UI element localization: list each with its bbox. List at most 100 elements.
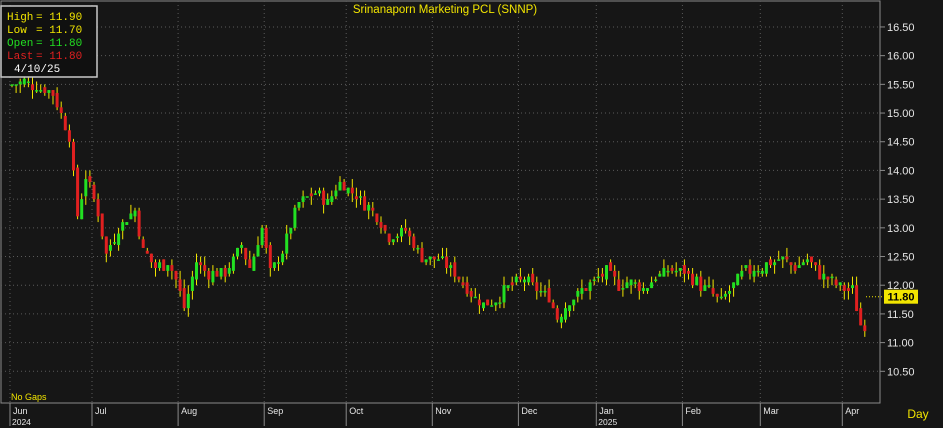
bar-up: [490, 305, 494, 307]
bar-up: [728, 290, 731, 294]
info-date: 4/10/25: [14, 64, 60, 76]
bar-down: [170, 265, 174, 271]
bar-up: [305, 196, 309, 198]
bar-down: [104, 236, 108, 254]
info-last-label: Last: [7, 51, 33, 63]
bar-up: [482, 302, 485, 309]
bar-up: [297, 202, 301, 208]
bar-down: [810, 256, 813, 263]
bar-up: [113, 242, 116, 244]
bar-down: [432, 256, 436, 260]
bar-up: [359, 196, 362, 198]
bar-up: [654, 279, 658, 281]
chart-background: [0, 0, 943, 428]
bar-down: [387, 233, 391, 243]
bar-up: [695, 276, 699, 286]
y-tick-label: 16.00: [887, 51, 915, 63]
bar-up: [326, 199, 330, 205]
bar-up: [186, 293, 190, 309]
bar-up: [732, 282, 736, 289]
y-tick-label: 14.00: [887, 165, 915, 177]
bar-down: [715, 293, 719, 297]
bar-up: [596, 276, 600, 279]
bar-down: [383, 224, 387, 231]
chart-title: Srinanaporn Marketing PCL (SNNP): [353, 4, 537, 16]
info-open-value: = 11.80: [36, 38, 82, 50]
bar-down: [818, 265, 822, 280]
bar-up: [301, 196, 305, 202]
bar-up: [367, 204, 371, 211]
bar-down: [785, 256, 789, 260]
bar-down: [551, 302, 555, 309]
bar-up: [84, 179, 88, 197]
bar-down: [408, 230, 412, 237]
bar-down: [535, 282, 539, 291]
bar-up: [125, 222, 129, 225]
bar-down: [510, 282, 514, 286]
bar-down: [748, 265, 752, 274]
bar-up: [277, 262, 280, 264]
bar-up: [313, 193, 317, 195]
month-label: Dec: [521, 406, 538, 416]
bar-down: [322, 190, 326, 205]
bar-up: [498, 302, 502, 304]
bar-up: [473, 296, 477, 299]
month-label: Apr: [845, 406, 859, 416]
month-label: Aug: [181, 406, 197, 416]
info-last-value: = 11.80: [36, 51, 82, 63]
bar-down: [215, 270, 219, 277]
bar-up: [707, 285, 711, 287]
bar-up: [777, 259, 781, 261]
bar-up: [219, 268, 223, 277]
info-high-label: High: [7, 12, 33, 24]
bar-up: [822, 273, 826, 280]
bar-up: [129, 213, 133, 220]
bar-up: [10, 84, 14, 86]
bar-up: [576, 290, 580, 297]
bar-up: [650, 282, 654, 289]
bar-up: [830, 276, 834, 279]
bar-down: [203, 265, 207, 271]
bar-down: [72, 141, 75, 171]
y-tick-label: 13.50: [887, 194, 915, 206]
bar-up: [108, 245, 112, 251]
y-tick-label: 15.50: [887, 79, 915, 91]
month-label: Jul: [95, 406, 107, 416]
bar-up: [260, 227, 264, 246]
bar-up: [539, 290, 543, 293]
bar-up: [211, 270, 215, 283]
bar-up: [424, 259, 428, 263]
bar-down: [682, 265, 686, 274]
bar-up: [80, 199, 84, 220]
bar-up: [514, 276, 518, 283]
bar-up: [117, 233, 121, 246]
bar-down: [350, 187, 354, 194]
bar-up: [190, 276, 194, 291]
bar-down: [354, 196, 358, 200]
bar-up: [674, 270, 678, 273]
bar-up: [719, 296, 723, 299]
bar-up: [781, 256, 785, 260]
bar-up: [666, 270, 670, 273]
bar-up: [736, 273, 740, 286]
bar-up: [158, 262, 162, 268]
period-label[interactable]: Day: [907, 407, 928, 421]
bar-down: [371, 207, 375, 211]
bar-up: [801, 262, 805, 266]
bar-up: [330, 196, 334, 202]
bar-up: [494, 302, 498, 306]
bar-down: [613, 270, 617, 277]
y-tick-label: 11.00: [887, 338, 914, 350]
bar-up: [805, 259, 809, 263]
y-tick-label: 11.50: [887, 309, 914, 321]
bar-up: [256, 245, 260, 257]
bar-up: [723, 293, 727, 297]
bar-up: [580, 288, 584, 294]
last-price-tag: 11.80: [884, 289, 918, 304]
bar-down: [207, 270, 211, 280]
month-label: Mar: [763, 406, 779, 416]
y-tick-label: 10.50: [887, 366, 915, 378]
bar-up: [22, 78, 26, 85]
bar-up: [133, 210, 137, 217]
bar-down: [842, 285, 846, 291]
